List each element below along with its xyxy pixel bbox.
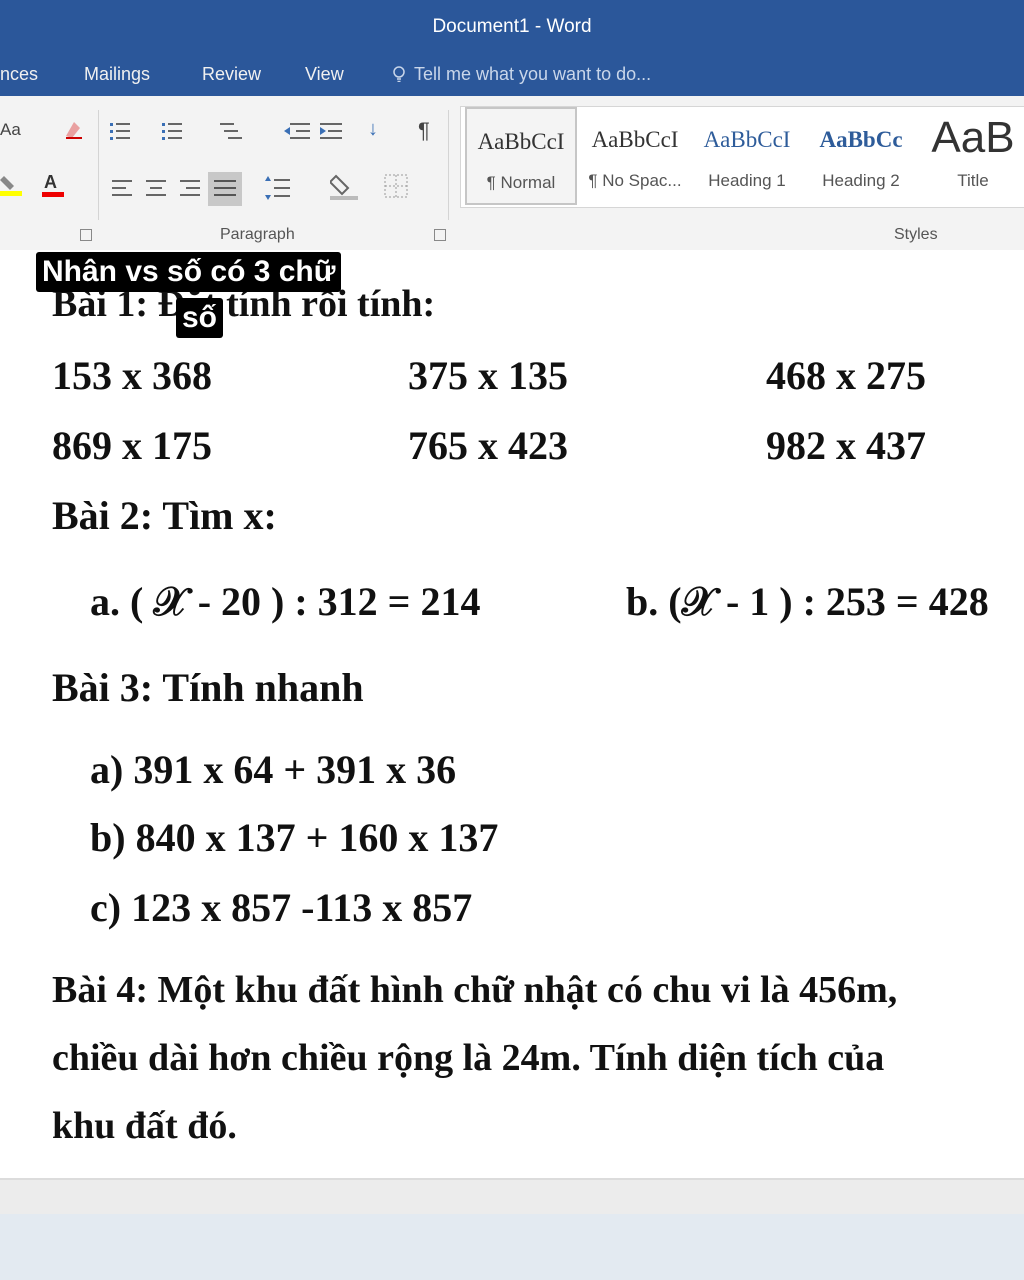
ribbon-tabs: nces Mailings Review View Tell me what y… bbox=[0, 56, 1024, 96]
bai1-item: 869 x 175 bbox=[52, 423, 212, 468]
borders-icon[interactable] bbox=[384, 174, 424, 200]
styles-group-label: Styles bbox=[894, 226, 938, 243]
tab-review[interactable]: Review bbox=[202, 64, 261, 85]
style-preview: AaBbCcI bbox=[703, 127, 791, 152]
highlight-color-icon[interactable] bbox=[0, 172, 30, 196]
bai3-title: Bài 3: Tính nhanh bbox=[52, 665, 364, 710]
shading-icon[interactable] bbox=[330, 172, 370, 200]
caption-overlay-line1: Nhân vs số có 3 chữ bbox=[36, 252, 342, 292]
tab-mailings[interactable]: Mailings bbox=[84, 64, 150, 85]
style-preview: AaBbCcI bbox=[477, 129, 565, 154]
font-dialog-launcher[interactable] bbox=[80, 229, 92, 241]
bai1-item: 468 x 275 bbox=[766, 353, 926, 398]
style-preview: AaB bbox=[931, 113, 1015, 162]
change-case-button[interactable]: Aa bbox=[0, 120, 21, 140]
title-bar: Document1 - Word bbox=[0, 0, 1024, 56]
paragraph-group-label: Paragraph bbox=[220, 226, 295, 243]
bai1-item: 765 x 423 bbox=[408, 423, 568, 468]
separator bbox=[448, 110, 449, 220]
separator bbox=[98, 110, 99, 220]
bai1-item: 375 x 135 bbox=[408, 353, 568, 398]
document-bottom-edge bbox=[0, 1178, 1024, 1216]
bai3-a: a) 391 x 64 + 391 x 36 bbox=[90, 747, 457, 792]
style-name: ¶ No Spac... bbox=[588, 171, 682, 190]
show-marks-button[interactable]: ¶ bbox=[418, 118, 430, 144]
bai1-item: 153 x 368 bbox=[52, 353, 212, 398]
bai4-line: Bài 4: Một khu đất hình chữ nhật có chu … bbox=[52, 969, 898, 1011]
styles-gallery: AaBbCcI ¶ Normal AaBbCcI ¶ No Spac... Aa… bbox=[460, 106, 1024, 208]
style-heading-1[interactable]: AaBbCcI Heading 1 bbox=[691, 107, 803, 205]
style-name: ¶ Normal bbox=[486, 173, 556, 192]
style-heading-2[interactable]: AaBbCc Heading 2 bbox=[805, 107, 917, 205]
bai2-b: b. (𝒳 - 1 ) : 253 = 428 bbox=[626, 579, 989, 624]
tab-references[interactable]: nces bbox=[0, 64, 38, 85]
style-name: Heading 2 bbox=[822, 171, 900, 190]
style-no-spacing[interactable]: AaBbCcI ¶ No Spac... bbox=[579, 107, 691, 205]
blurred-background bbox=[0, 1214, 1024, 1280]
bai4-line: chiều dài hơn chiều rộng là 24m. Tính di… bbox=[52, 1037, 885, 1079]
style-normal[interactable]: AaBbCcI ¶ Normal bbox=[465, 107, 577, 205]
paragraph-dialog-launcher[interactable] bbox=[434, 229, 446, 241]
svg-text:A: A bbox=[44, 172, 57, 192]
alignment-buttons-icon[interactable] bbox=[110, 172, 242, 206]
ribbon: Aa A ↓ ¶ Paragraph AaBbCcI ¶ Normal AaBb… bbox=[0, 96, 1024, 251]
style-name: Title bbox=[957, 171, 989, 190]
style-preview: AaBbCc bbox=[819, 127, 903, 152]
window-title: Document1 - Word bbox=[432, 16, 592, 37]
lightbulb-icon bbox=[393, 66, 405, 82]
tell-me-box[interactable]: Tell me what you want to do... bbox=[392, 64, 651, 85]
list-buttons-icon[interactable] bbox=[110, 120, 260, 144]
caption-overlay-line2: số bbox=[176, 298, 224, 338]
document-page[interactable]: Bài 1: Đặt tính rồi tính: 153 x 368 375 … bbox=[0, 250, 1024, 1178]
font-color-icon[interactable]: A bbox=[42, 170, 72, 198]
tab-view[interactable]: View bbox=[305, 64, 344, 85]
bai4-line: khu đất đó. bbox=[52, 1105, 237, 1147]
tell-me-placeholder: Tell me what you want to do... bbox=[414, 64, 652, 84]
sort-button[interactable]: ↓ bbox=[368, 118, 378, 141]
style-name: Heading 1 bbox=[708, 171, 786, 190]
line-spacing-icon[interactable] bbox=[264, 174, 304, 202]
bai2-a: a. ( 𝒳 - 20 ) : 312 = 214 bbox=[90, 579, 481, 624]
bai3-c: c) 123 x 857 -113 x 857 bbox=[90, 885, 473, 930]
bai3-b: b) 840 x 137 + 160 x 137 bbox=[90, 815, 499, 860]
clear-formatting-icon[interactable] bbox=[62, 118, 86, 142]
bai1-item: 982 x 437 bbox=[766, 423, 926, 468]
indent-buttons-icon[interactable] bbox=[284, 120, 348, 144]
style-preview: AaBbCcI bbox=[591, 127, 679, 152]
bai2-title: Bài 2: Tìm x: bbox=[52, 493, 277, 538]
style-title[interactable]: AaB Title bbox=[917, 107, 1024, 205]
